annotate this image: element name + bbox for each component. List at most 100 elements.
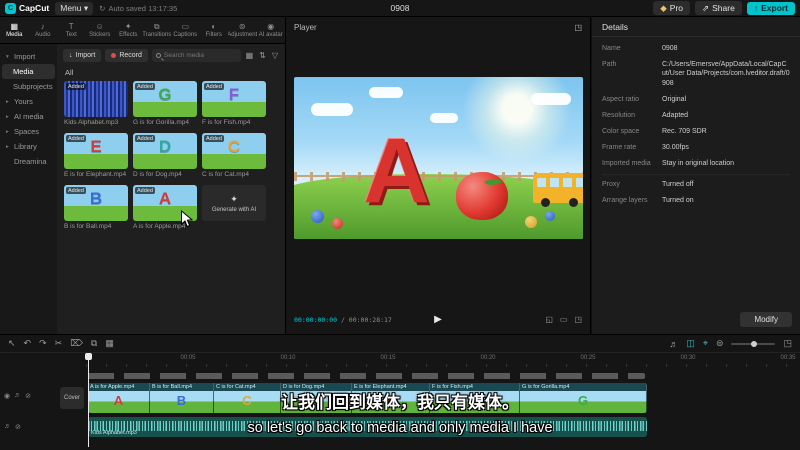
media-grid: Added Kids Alphabet.mp3 Added G G is for … — [57, 79, 285, 232]
redo-icon[interactable]: ↷ — [39, 338, 47, 349]
added-badge: Added — [135, 83, 155, 90]
tab-adjustment[interactable]: ⊚ Adjustment — [228, 17, 257, 43]
filters-icon: ◐ — [211, 21, 217, 31]
player-transport: 00:00:00:00 / 00:00:28:17 ▶ ◱ ▭ ◳ — [294, 314, 582, 325]
menu-button[interactable]: Menu ▾ — [55, 1, 94, 15]
generate-ai-tile[interactable]: ✦ Generate with AI — [202, 185, 266, 230]
tab-filters[interactable]: ◐ Filters — [200, 17, 229, 43]
filter-icon[interactable]: ▽ — [271, 51, 279, 60]
tab-stickers[interactable]: ☺ Stickers — [86, 17, 115, 43]
capcut-window: C CapCut Menu ▾ ↻ Auto saved 13:17:35 09… — [0, 0, 800, 450]
video-preview[interactable]: A — [294, 77, 583, 239]
ball-graphic — [331, 218, 343, 230]
media-sidebar: ▾ Import Media Subprojects ▸ Yours ▸ AI med… — [0, 44, 57, 334]
ai-avatar-icon: ◉ — [267, 21, 275, 31]
sidebar-item-library[interactable]: ▸ Library — [0, 139, 57, 154]
text-track[interactable] — [88, 373, 645, 379]
letter-a-graphic: A — [363, 120, 430, 223]
fit-timeline-icon[interactable]: ◳ — [783, 338, 792, 349]
added-badge: Added — [66, 83, 86, 90]
zoom-knob[interactable] — [751, 340, 758, 347]
autosave-icon: ↻ — [99, 3, 106, 13]
delete-icon[interactable]: ⌦ — [70, 338, 83, 349]
media-item-f-fish[interactable]: Added F F is for Fish.mp4 — [202, 81, 266, 126]
import-icon: ↓ — [69, 52, 73, 59]
sidebar-item-dreamina[interactable]: Dreamina — [0, 154, 57, 169]
tab-audio[interactable]: ♪ Audio — [29, 17, 58, 43]
player-expand-icon[interactable]: ◳ — [574, 23, 582, 32]
crop-icon[interactable]: ▦ — [105, 338, 114, 349]
modify-button[interactable]: Modify — [740, 312, 792, 327]
record-button[interactable]: Record — [105, 49, 148, 62]
video-thumbnail: Added B — [64, 185, 128, 221]
track-view-icon[interactable]: ◫ — [686, 338, 695, 349]
sidebar-item-media[interactable]: Media — [2, 64, 55, 79]
grid-view-icon[interactable]: ▦ — [245, 51, 255, 60]
timecode: 00:00:00:00 / 00:00:28:17 — [294, 315, 392, 324]
mirror-icon[interactable]: ⧉ — [91, 338, 97, 349]
media-item-g-gorilla[interactable]: Added G G is for Gorilla.mp4 — [133, 81, 197, 126]
select-tool-icon[interactable]: ↖ — [8, 338, 16, 349]
import-button[interactable]: ↓ Import — [63, 49, 102, 62]
cloud-graphic — [311, 102, 354, 116]
search-box[interactable] — [151, 49, 241, 62]
media-item-d-dog[interactable]: Added D D is for Dog.mp4 — [133, 133, 197, 178]
zoom-slider[interactable] — [731, 340, 776, 347]
tab-transitions[interactable]: ⧉ Transitions — [143, 17, 172, 43]
export-button[interactable]: ↑ Export — [746, 1, 795, 15]
fullscreen-icon[interactable]: ◳ — [574, 315, 582, 324]
sun-graphic — [461, 77, 572, 165]
sidebar-item-yours[interactable]: ▸ Yours — [0, 94, 57, 109]
tab-effects[interactable]: ✦ Effects — [114, 17, 143, 43]
detail-row-resolution: Resolution Adapted — [602, 111, 689, 119]
adjustment-icon: ⊚ — [238, 21, 246, 31]
tab-ai-avatar[interactable]: ◉ AI avatar — [257, 17, 286, 43]
undo-icon[interactable]: ↶ — [24, 338, 32, 349]
record-icon — [111, 53, 117, 58]
capcut-logo-text: CapCut — [19, 3, 50, 13]
ratio-icon[interactable]: ▭ — [560, 315, 568, 324]
added-badge: Added — [66, 187, 86, 194]
snap-icon[interactable]: ⌖ — [703, 338, 708, 349]
player-panel: Player ◳ A 00:00:00:00 / 00:00:28:17 ▶ ◱ — [286, 17, 591, 334]
pro-button[interactable]: ◆ Pro — [653, 1, 691, 15]
ruler-label: 00:05 — [180, 355, 196, 361]
split-icon[interactable]: ✂ — [55, 338, 63, 349]
audio-thumbnail: Added — [64, 81, 128, 117]
tab-captions[interactable]: ▭ Captions — [171, 17, 200, 43]
mute-all-icon[interactable]: ♬ — [669, 339, 678, 349]
playhead-handle[interactable] — [85, 353, 92, 360]
tab-text[interactable]: T Text — [57, 17, 86, 43]
sort-icon[interactable]: ⇅ — [258, 51, 267, 60]
subtitle-chinese: 让我们回到媒体，我只有媒体。 — [281, 393, 519, 412]
audio-icon: ♪ — [40, 21, 45, 31]
chevron-right-icon: ▸ — [6, 98, 9, 105]
chevron-right-icon: ▸ — [6, 128, 9, 135]
detail-row-name: Name 0908 — [602, 45, 678, 52]
sidebar-item-spaces[interactable]: ▸ Spaces — [0, 124, 57, 139]
ruler-label: 00:30 — [680, 355, 696, 361]
subtitle-english: so let's go back to media and only media… — [247, 420, 553, 436]
tab-media[interactable]: ▦ Media — [0, 17, 29, 43]
media-item-kids-alphabet[interactable]: Added Kids Alphabet.mp3 — [64, 81, 128, 126]
pip-icon[interactable]: ◱ — [545, 315, 553, 324]
added-badge: Added — [204, 83, 224, 90]
media-panel: ▦ Media ♪ Audio T Text ☺ Stickers ✦ Effects ⧉… — [0, 17, 286, 334]
ruler-label: 00:10 — [280, 355, 296, 361]
video-thumbnail: Added C — [202, 133, 266, 169]
sidebar-item-subprojects[interactable]: Subprojects — [0, 79, 57, 94]
sidebar-item-ai-media[interactable]: ▸ AI media — [0, 109, 57, 124]
play-button[interactable]: ▶ — [434, 314, 442, 325]
timeline-ruler[interactable]: 00:05 00:10 00:15 00:20 00:25 00:30 00:3… — [86, 353, 800, 367]
search-input[interactable] — [163, 52, 237, 59]
detail-row-frame-rate: Frame rate 30.00fps — [602, 143, 689, 151]
capcut-logo: C CapCut — [5, 2, 50, 14]
chevron-down-icon: ▾ — [6, 53, 9, 60]
media-item-e-elephant[interactable]: Added E E is for Elephant.mp4 — [64, 133, 128, 178]
cloud-graphic — [429, 112, 458, 123]
link-icon[interactable]: ⊜ — [716, 338, 724, 349]
share-button[interactable]: ⇗ Share — [695, 1, 742, 15]
media-item-b-ball[interactable]: Added B B is for Ball.mp4 — [64, 185, 128, 230]
media-item-c-cat[interactable]: Added C C is for Cat.mp4 — [202, 133, 266, 178]
sidebar-item-import[interactable]: ▾ Import — [0, 49, 57, 64]
